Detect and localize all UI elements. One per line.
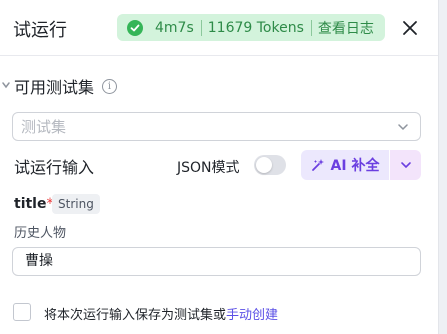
save-text: 将本次运行输入保存为测试集或 [44,308,227,323]
save-as-test-set-checkbox[interactable] [13,303,31,321]
panel-header: 试运行 4m7s 11679 Tokens 查看日志 [0,0,438,56]
run-status-badge: 4m7s 11679 Tokens 查看日志 [117,14,385,41]
ai-complete-dropdown[interactable] [390,150,421,180]
close-button[interactable] [400,18,420,38]
ai-complete-button[interactable]: AI 补全 [301,150,389,180]
view-log-link[interactable]: 查看日志 [318,18,374,38]
chevron-down-icon [400,162,411,169]
close-icon [403,21,417,35]
status-divider [310,19,312,36]
adjacent-panel-edge [438,0,447,334]
sparkle-wand-icon [311,159,324,171]
ai-complete-label: AI 补全 [330,158,380,174]
json-mode-label: JSON模式 [177,160,240,176]
field-name-text: title [14,196,47,212]
panel-title: 试运行 [13,20,67,41]
test-set-title: 可用测试集 [14,78,95,97]
token-count: 11679 Tokens [207,19,304,36]
status-divider [200,19,202,36]
json-mode-toggle[interactable] [254,155,286,175]
check-circle-icon [127,19,143,36]
title-input[interactable]: 曹操 [12,247,421,276]
manual-create-link[interactable]: 手动创建 [226,308,278,323]
run-duration: 4m7s [155,19,194,36]
test-set-select[interactable]: 测试集 [12,112,421,141]
field-description: 历史人物 [14,226,67,241]
test-run-panel: 试运行 4m7s 11679 Tokens 查看日志 可用测试集 i 测试集 试… [0,0,438,334]
chevron-down-icon [398,124,408,131]
collapse-chevron-icon[interactable] [1,80,11,90]
test-set-placeholder: 测试集 [21,118,67,136]
field-name: title* [14,196,53,212]
info-icon[interactable]: i [102,78,118,94]
test-set-section-title: 可用测试集 i [14,74,118,98]
run-input-label: 试运行输入 [14,158,95,177]
save-as-test-set-label: 将本次运行输入保存为测试集或手动创建 [44,304,278,323]
field-type-tag: String [52,194,100,214]
toggle-knob [256,157,272,173]
